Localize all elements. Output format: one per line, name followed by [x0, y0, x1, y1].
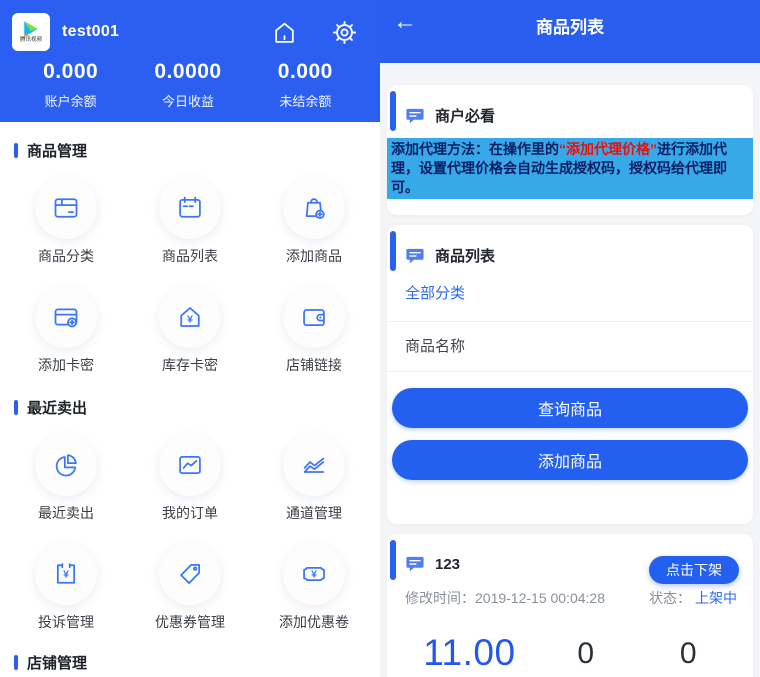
notice-highlighted-text: 添加代理方法：在操作里的“添加代理价格”进行添加代理，设置代理价格会自动生成授权… [387, 138, 753, 199]
goods-management-grid: 商品分类 商品列表 添加商品 最近卖出 添加卡密 [4, 177, 376, 375]
menu-item-coupon-management[interactable]: 优惠券管理 [155, 543, 225, 632]
recent-sold-pie-icon [35, 434, 97, 496]
my-orders-chart-icon [159, 434, 221, 496]
stat-today-income: 0.0000 今日收益 [129, 60, 246, 110]
page-title: 商品列表 [536, 13, 604, 38]
stock-house-yen-icon: ¥ [159, 286, 221, 348]
svg-text:¥: ¥ [311, 569, 317, 581]
product-stats-row: 11.00 销售价格 0 库存卡密 0 已经卖出 [387, 608, 753, 677]
menu-item-add-coupon[interactable]: ¥ 添加优惠卷 [279, 543, 349, 632]
product-meta-row: 修改时间：2019-12-15 00:04:28 状态： 上架中 [387, 586, 753, 608]
section-title-shop-management: 店铺管理 [14, 652, 380, 673]
take-off-shelf-button[interactable]: 点击下架 [649, 556, 739, 584]
card-accent-bar [390, 540, 396, 580]
app-logo-caption: 腾讯视频 [20, 38, 42, 42]
menu-item-add-goods[interactable]: 添加商品 [283, 177, 345, 266]
search-product-button[interactable]: 查询商品 [392, 388, 748, 428]
username: test001 [62, 23, 119, 41]
complaint-box-yen-icon: ¥ [35, 543, 97, 605]
section-accent-bar [14, 143, 18, 158]
add-coupon-banknote-icon: ¥ [283, 543, 345, 605]
add-card-key-icon [35, 286, 97, 348]
stat-unsettled: 0.000 未结余额 [247, 60, 364, 110]
add-product-button[interactable]: 添加商品 [392, 440, 748, 480]
card-accent-bar [390, 231, 396, 271]
card-accent-bar [390, 91, 396, 131]
product-status: 状态： 上架中 [649, 588, 737, 608]
dashboard-header: 腾讯视频 test001 [0, 0, 380, 122]
settings-gear-icon[interactable] [331, 19, 358, 46]
notice-card-title: 商户必看 [435, 105, 495, 126]
modified-time: 修改时间：2019-12-15 00:04:28 [405, 588, 605, 608]
filter-card-title: 商品列表 [435, 245, 495, 266]
product-name-input[interactable] [387, 322, 753, 371]
coupon-tag-icon [159, 543, 221, 605]
product-name: 123 [435, 556, 460, 573]
account-stats: 0.000 账户余额 0.0000 今日收益 0.000 未结余额 [12, 60, 364, 110]
divider [387, 371, 753, 372]
sold-column: 0 已经卖出 [634, 632, 743, 677]
section-title-recent-sold: 最近卖出 [14, 397, 380, 418]
message-bubble-icon [405, 106, 425, 126]
section-accent-bar [14, 655, 18, 670]
section-accent-bar [14, 400, 18, 415]
svg-text:¥: ¥ [187, 313, 193, 325]
dashboard-panel: 腾讯视频 test001 [0, 0, 380, 677]
menu-item-goods-list[interactable]: 商品列表 [159, 177, 221, 266]
menu-item-complaint-management[interactable]: ¥ 投诉管理 [35, 543, 97, 632]
back-arrow-icon[interactable]: ← [393, 8, 417, 36]
notice-text: 在操作里的 [489, 141, 559, 157]
recent-sold-grid: 最近卖出 我的订单 通道管理 ¥ 投诉管理 [4, 434, 376, 632]
price-column: 11.00 销售价格 [401, 632, 538, 677]
stat-balance: 0.000 账户余额 [12, 60, 129, 110]
menu-item-channel-management[interactable]: 通道管理 [283, 434, 345, 523]
menu-item-stock-card-key[interactable]: ¥ 库存卡密 [159, 286, 221, 375]
product-card: 123 点击下架 修改时间：2019-12-15 00:04:28 状态： 上架… [387, 534, 753, 677]
message-bubble-icon [405, 246, 425, 266]
message-bubble-icon [405, 554, 425, 574]
product-filter-card: 商品列表 全部分类 查询商品 添加商品 [387, 225, 753, 524]
product-list-content: 商户必看 添加代理方法：在操作里的“添加代理价格”进行添加代理，设置代理价格会自… [380, 85, 760, 677]
channel-trend-icon [283, 434, 345, 496]
shop-link-wallet-icon [283, 286, 345, 348]
notice-red-text: “添加代理价格” [559, 141, 657, 157]
app-logo: 腾讯视频 [12, 13, 50, 51]
section-title-goods-management: 商品管理 [14, 140, 380, 161]
menu-item-recent-sold[interactable]: 最近卖出 [35, 434, 97, 523]
stock-column: 0 库存卡密 [538, 632, 634, 677]
svg-text:¥: ¥ [63, 569, 69, 581]
menu-item-shop-link[interactable]: 店铺链接 [283, 286, 345, 375]
category-selector[interactable]: 全部分类 [387, 278, 753, 321]
status-value[interactable]: 上架中 [695, 588, 737, 608]
home-icon[interactable] [272, 19, 297, 46]
product-list-panel: ← 商品列表 商户必看 添加代理方法：在操作里的“添加代理价格”进行添加代理，设… [380, 0, 760, 677]
menu-item-add-card-key[interactable]: 最近卖出 添加卡密 [35, 286, 97, 375]
add-goods-bag-icon [283, 177, 345, 239]
merchant-notice-card: 商户必看 添加代理方法：在操作里的“添加代理价格”进行添加代理，设置代理价格会自… [387, 85, 753, 215]
menu-item-my-orders[interactable]: 我的订单 [159, 434, 221, 523]
product-list-header: ← 商品列表 [380, 0, 760, 63]
notice-prefix: 添加代理方法： [391, 141, 489, 157]
sold-count: 0 [634, 637, 743, 671]
menu-item-goods-category[interactable]: 商品分类 [35, 177, 97, 266]
sale-price: 11.00 [401, 632, 538, 674]
goods-category-icon [35, 177, 97, 239]
status-label: 状态： [649, 588, 691, 608]
stock-count: 0 [538, 637, 634, 671]
goods-list-calendar-icon [159, 177, 221, 239]
